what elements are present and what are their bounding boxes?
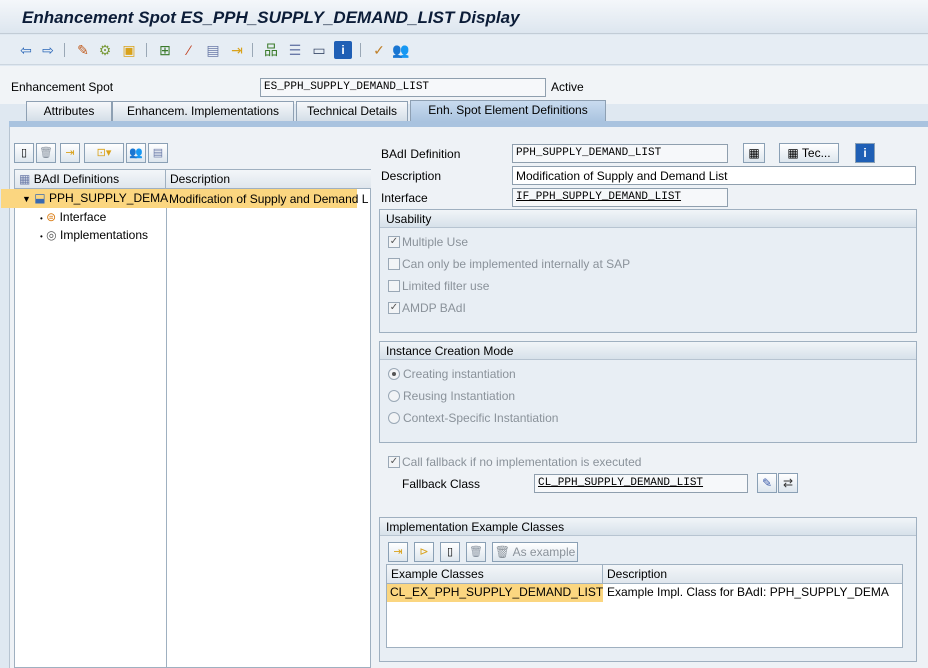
description-label: Description xyxy=(381,169,442,183)
create-icon[interactable]: ▯ xyxy=(440,542,460,562)
example-classes-table: Example Classes Description xyxy=(386,564,903,648)
status-text: Active xyxy=(551,80,584,94)
navigation-icon[interactable]: ⇥ xyxy=(228,41,246,59)
navigate-icon[interactable]: ⇥ xyxy=(388,542,408,562)
fallback-class-field[interactable]: CL_PPH_SUPPLY_DEMAND_LIST xyxy=(534,474,748,493)
tree-root-name: PPH_SUPPLY_DEMA xyxy=(48,191,169,205)
context-specific-label: Context-Specific Instantiation xyxy=(403,411,559,425)
creating-instantiation-label: Creating instantiation xyxy=(403,367,516,381)
bullet-icon: • xyxy=(40,214,43,223)
context-specific-radio[interactable] xyxy=(388,412,400,424)
tree-node-interface-label: Interface xyxy=(59,210,107,224)
delete-icon[interactable]: 🗑 xyxy=(36,143,56,163)
tree-node-implementations[interactable]: • ◎ Implementations xyxy=(40,228,148,242)
badi-details-icon[interactable]: ▦ xyxy=(743,143,765,163)
display-change-icon[interactable]: ✎ xyxy=(74,41,92,59)
documentation-icon[interactable]: ▤ xyxy=(148,143,168,163)
where-used-icon[interactable]: ⊞ xyxy=(156,41,174,59)
call-fallback-checkbox[interactable]: ✓ xyxy=(388,456,400,468)
badi-definition-label: BAdI Definition xyxy=(381,147,461,161)
limited-filter-checkbox[interactable] xyxy=(388,280,400,292)
tab-attributes[interactable]: Attributes xyxy=(26,101,112,121)
tec-button-label: Tec... xyxy=(801,146,831,160)
navigate-icon[interactable]: ⇥ xyxy=(60,143,80,163)
instance-creation-title: Instance Creation Mode xyxy=(380,342,916,360)
layout-icon[interactable]: ▭ xyxy=(310,41,328,59)
usability-title: Usability xyxy=(380,210,916,228)
as-example-button[interactable]: 🗑 As example xyxy=(492,542,578,562)
trash-icon: 🗑 xyxy=(494,545,510,559)
internal-sap-label: Can only be implemented internally at SA… xyxy=(402,257,631,271)
creating-instantiation-radio[interactable] xyxy=(388,368,400,380)
as-example-label: As example xyxy=(512,545,576,559)
technical-details-button[interactable]: ▦ Tec... xyxy=(779,143,839,163)
example-classes-header: Example Classes xyxy=(387,565,603,584)
delete-icon[interactable]: 🗑 xyxy=(466,542,486,562)
implementations-icon: ◎ xyxy=(46,228,57,242)
expand-arrow-icon[interactable]: ▼ xyxy=(22,194,31,204)
enhancement-spot-label: Enhancement Spot xyxy=(11,80,114,94)
reusing-instantiation-radio[interactable] xyxy=(388,390,400,402)
tree-root-node[interactable]: ▼ ⬓ PPH_SUPPLY_DEMA xyxy=(22,191,172,205)
tab-enh-spot-element-definitions[interactable]: Enh. Spot Element Definitions xyxy=(410,100,606,122)
example-classes-title: Implementation Example Classes xyxy=(380,518,916,536)
bullet-icon: • xyxy=(40,232,43,241)
forward-icon[interactable]: ⇨ xyxy=(39,41,57,59)
other-object-icon[interactable]: ⚙ xyxy=(96,41,114,59)
multiple-use-label: Multiple Use xyxy=(402,235,469,249)
call-fallback-label: Call fallback if no implementation is ex… xyxy=(402,455,642,469)
interface-label: Interface xyxy=(381,191,428,205)
amdp-badi-checkbox[interactable]: ✓ xyxy=(388,302,400,314)
activate-icon[interactable]: ▣ xyxy=(120,41,138,59)
check-icon[interactable]: ✓ xyxy=(370,41,388,59)
info-icon[interactable]: i xyxy=(855,143,875,163)
tree-column-badi-label: BAdI Definitions xyxy=(33,172,120,186)
badi-definition-icon: ⬓ xyxy=(34,191,46,205)
tree-node-implementations-label: Implementations xyxy=(59,228,149,242)
info-icon[interactable]: i xyxy=(334,41,352,59)
tree-root-description: Modification of Supply and Demand L xyxy=(169,192,369,206)
fallback-class-label: Fallback Class xyxy=(402,477,481,491)
description-field[interactable]: Modification of Supply and Demand List xyxy=(512,166,916,185)
edit-pencil-icon[interactable]: ✎ xyxy=(757,473,777,493)
outline-icon[interactable]: ☰ xyxy=(286,41,304,59)
enhancement-spot-field[interactable]: ES_PPH_SUPPLY_DEMAND_LIST xyxy=(260,78,546,97)
tab-technical-details[interactable]: Technical Details xyxy=(296,101,408,121)
window-title: Enhancement Spot ES_PPH_SUPPLY_DEMAND_LI… xyxy=(22,8,520,27)
filter-dropdown-icon[interactable]: ⊡▾ xyxy=(84,143,124,163)
interface-icon: ⊜ xyxy=(46,210,57,224)
amdp-badi-label: AMDP BAdI xyxy=(402,301,466,315)
badi-definition-field[interactable]: PPH_SUPPLY_DEMAND_LIST xyxy=(512,144,728,163)
tree-node-interface[interactable]: • ⊜ Interface xyxy=(40,210,106,224)
multiple-use-checkbox[interactable]: ✓ xyxy=(388,236,400,248)
back-icon[interactable]: ⇦ xyxy=(17,41,35,59)
internal-sap-checkbox[interactable] xyxy=(388,258,400,270)
enhancement-info-icon[interactable]: ▤ xyxy=(204,41,222,59)
tree-column-header-description: Description xyxy=(166,170,371,189)
example-class-cell[interactable]: CL_EX_PPH_SUPPLY_DEMAND_LIST xyxy=(387,584,603,602)
create-icon[interactable]: ▯ xyxy=(14,143,34,163)
interface-field[interactable]: IF_PPH_SUPPLY_DEMAND_LIST xyxy=(512,188,728,207)
tree-column-header-badi: ▦ BAdI Definitions xyxy=(15,170,166,189)
example-description-header: Description xyxy=(603,565,902,584)
users-icon[interactable]: 👥 xyxy=(392,41,410,59)
reusing-instantiation-label: Reusing Instantiation xyxy=(403,389,516,403)
insert-row-icon[interactable]: ⊳ xyxy=(414,542,434,562)
where-used-list-icon[interactable]: 👥 xyxy=(126,143,146,163)
tab-enhancement-implementations[interactable]: Enhancem. Implementations xyxy=(112,101,294,121)
column-tree-icon: ▦ xyxy=(19,172,31,186)
display-object-list-icon[interactable]: ⁄ xyxy=(180,41,198,59)
example-description-cell: Example Impl. Class for BAdI: PPH_SUPPLY… xyxy=(607,585,890,599)
display-change-toggle-icon[interactable]: ⇄ xyxy=(778,473,798,493)
limited-filter-label: Limited filter use xyxy=(402,279,490,293)
title-bar: Enhancement Spot ES_PPH_SUPPLY_DEMAND_LI… xyxy=(0,0,928,34)
tec-icon: ▦ xyxy=(787,146,799,160)
application-toolbar: ⇦ ⇨ ✎ ⚙ ▣ ⊞ ⁄ ▤ ⇥ 品 ☰ ▭ i ✓ 👥 xyxy=(0,35,928,65)
badi-definitions-tree: ▦ BAdI Definitions Description xyxy=(14,169,371,668)
hierarchy-icon[interactable]: 品 xyxy=(262,41,280,59)
